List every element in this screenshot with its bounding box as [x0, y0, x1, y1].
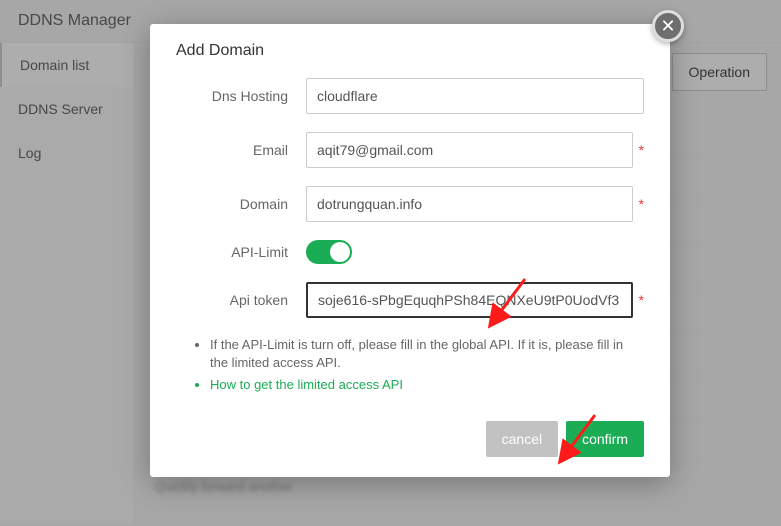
row-dns-hosting: Dns Hosting: [176, 78, 644, 114]
note-link[interactable]: How to get the limited access API: [210, 376, 644, 394]
api-limit-toggle[interactable]: [306, 240, 352, 264]
label-email: Email: [176, 142, 306, 158]
dns-hosting-input[interactable]: [306, 78, 644, 114]
email-input[interactable]: [306, 132, 633, 168]
app-root: DDNS Manager Domain list DDNS Server Log…: [0, 0, 781, 526]
label-dns-hosting: Dns Hosting: [176, 88, 306, 104]
close-button[interactable]: ✕: [652, 10, 684, 42]
required-mark: *: [639, 196, 644, 212]
row-api-limit: API-Limit: [176, 240, 644, 264]
domain-input[interactable]: [306, 186, 633, 222]
row-api-token: Api token *: [176, 282, 644, 318]
add-domain-dialog: ✕ Add Domain Dns Hosting Email * Domain …: [150, 24, 670, 477]
dialog-actions: cancel confirm: [176, 421, 644, 457]
required-mark: *: [639, 142, 644, 158]
label-api-limit: API-Limit: [176, 244, 306, 260]
notes: If the API-Limit is turn off, please fil…: [192, 336, 644, 395]
toggle-knob: [330, 242, 350, 262]
label-api-token: Api token: [176, 292, 306, 308]
label-domain: Domain: [176, 196, 306, 212]
api-token-input[interactable]: [306, 282, 633, 318]
dialog-title: Add Domain: [176, 42, 644, 60]
note-line: If the API-Limit is turn off, please fil…: [210, 336, 644, 372]
cancel-button[interactable]: cancel: [486, 421, 558, 457]
close-icon: ✕: [660, 16, 675, 37]
required-mark: *: [639, 292, 644, 308]
confirm-button[interactable]: confirm: [566, 421, 644, 457]
row-domain: Domain *: [176, 186, 644, 222]
row-email: Email *: [176, 132, 644, 168]
